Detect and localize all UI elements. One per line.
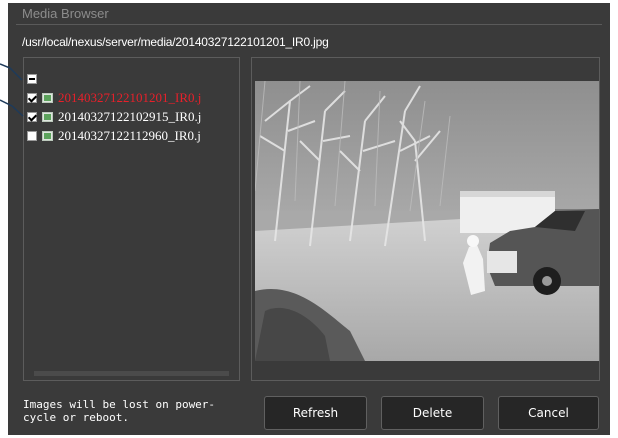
file-row[interactable]: 20140327122101201_IR0.j	[27, 90, 201, 106]
file-name[interactable]: 20140327122102915_IR0.j	[58, 109, 201, 125]
delete-button[interactable]: Delete	[381, 396, 484, 430]
image-file-icon	[42, 93, 53, 103]
file-name[interactable]: 20140327122101201_IR0.j	[58, 90, 201, 106]
thermal-image-preview	[255, 81, 599, 361]
image-file-icon	[42, 131, 53, 141]
file-row[interactable]: 20140327122102915_IR0.j	[27, 109, 201, 125]
image-preview-panel	[251, 57, 600, 381]
storage-notice: Images will be lost on power-cycle or re…	[23, 398, 216, 424]
media-browser-dialog: Media Browser /usr/local/nexus/server/me…	[8, 3, 610, 435]
file-name[interactable]: 20140327122112960_IR0.j	[58, 128, 201, 144]
file-checkbox[interactable]	[27, 93, 37, 103]
dialog-title: Media Browser	[22, 6, 109, 21]
horizontal-scrollbar[interactable]	[34, 371, 229, 376]
file-checkbox[interactable]	[27, 112, 37, 122]
file-tree[interactable]: 20140327122101201_IR0.j 2014032712210291…	[23, 57, 240, 381]
title-bar: Media Browser	[8, 3, 610, 25]
file-checkbox[interactable]	[27, 131, 37, 141]
file-path: /usr/local/nexus/server/media/2014032712…	[22, 35, 329, 49]
file-row[interactable]: 20140327122112960_IR0.j	[27, 128, 201, 144]
refresh-button[interactable]: Refresh	[264, 396, 367, 430]
select-all-checkbox[interactable]	[27, 74, 37, 84]
cancel-button[interactable]: Cancel	[498, 396, 599, 430]
title-divider	[16, 24, 602, 25]
image-file-icon	[42, 112, 53, 122]
tree-root-row[interactable]	[27, 71, 37, 87]
